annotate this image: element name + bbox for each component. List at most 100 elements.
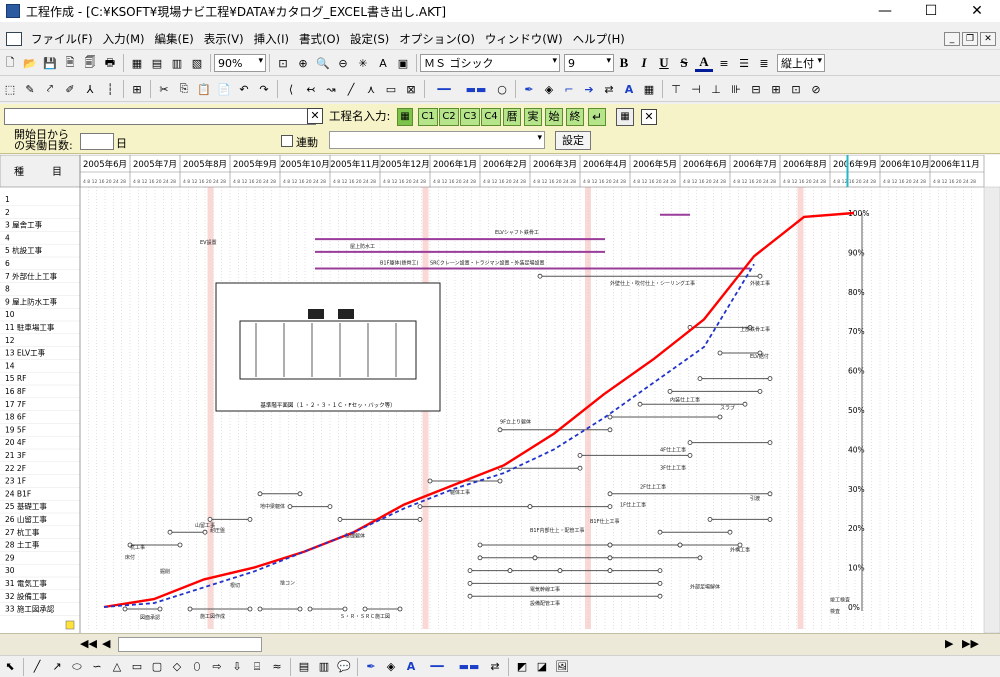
font-color-icon[interactable]: A xyxy=(402,658,420,676)
rounded-rect-tool-icon[interactable]: ▢ xyxy=(148,658,166,676)
format-icon[interactable]: ▣ xyxy=(394,54,412,72)
curve-icon[interactable]: ↝ xyxy=(322,80,340,98)
ungroup-icon[interactable]: ⊞ xyxy=(767,80,785,98)
line-width-icon[interactable]: ▬▬ xyxy=(454,658,484,676)
calculator-icon[interactable]: ▦ xyxy=(397,108,413,126)
align-top-icon[interactable]: ⊤ xyxy=(667,80,685,98)
pencil-icon[interactable]: ✎ xyxy=(21,80,39,98)
strike-button[interactable]: S xyxy=(675,54,693,72)
bar-icon[interactable]: ▭ xyxy=(382,80,400,98)
ruler-icon[interactable]: ⊞ xyxy=(128,80,146,98)
menu-insert[interactable]: 挿入(I) xyxy=(249,31,294,47)
paste-special-icon[interactable]: 📄 xyxy=(215,80,233,98)
start-button[interactable]: 始 xyxy=(545,108,563,126)
distribute-icon[interactable]: ⊪ xyxy=(727,80,745,98)
text-color-icon[interactable]: A xyxy=(374,54,392,72)
code-button-c4[interactable]: C4 xyxy=(481,108,501,126)
line-dash-icon[interactable]: ━━ xyxy=(422,658,452,676)
text-style-icon[interactable]: A xyxy=(620,80,638,98)
oval-tool-icon[interactable]: ⬯ xyxy=(188,658,206,676)
grid-icon[interactable]: ▥ xyxy=(168,54,186,72)
calendar-day-button[interactable]: 暦 xyxy=(503,108,521,126)
edit-line-icon[interactable]: ✐ xyxy=(61,80,79,98)
workday-spinner[interactable] xyxy=(80,133,114,150)
line-style-icon[interactable]: ━━ xyxy=(429,80,459,98)
layout-icon[interactable]: ▧ xyxy=(188,54,206,72)
vertical-text-icon[interactable]: ▥ xyxy=(315,658,333,676)
callout-icon[interactable]: 💬 xyxy=(335,658,353,676)
select-icon[interactable]: ⬚ xyxy=(1,80,19,98)
undo-icon[interactable]: ↶ xyxy=(235,80,253,98)
scroll-left-icon[interactable]: ◀ xyxy=(102,637,110,650)
calendar-icon[interactable]: ▦ xyxy=(128,54,146,72)
scroll-right-icon[interactable]: ▶ xyxy=(945,637,953,650)
node-icon[interactable]: ⋏ xyxy=(362,80,380,98)
box-icon[interactable]: ⊠ xyxy=(402,80,420,98)
cut-icon[interactable]: ✂ xyxy=(155,80,173,98)
line-color-icon[interactable]: ✒ xyxy=(362,658,380,676)
copy-icon[interactable]: ⎘ xyxy=(175,80,193,98)
cylinder-tool-icon[interactable]: ⌸ xyxy=(248,658,266,676)
link-icon[interactable]: ⤤ xyxy=(41,80,59,98)
pointer-icon[interactable]: ⬉ xyxy=(1,658,19,676)
bold-button[interactable]: B xyxy=(615,54,633,72)
menu-file[interactable]: ファイル(F) xyxy=(26,31,98,47)
link-checkbox[interactable] xyxy=(281,135,293,147)
down-arrow-shape-icon[interactable]: ⇩ xyxy=(228,658,246,676)
align-center-icon[interactable]: ☰ xyxy=(735,54,753,72)
scroll-first-icon[interactable]: ◀◀ xyxy=(80,637,97,650)
grid-lines-icon[interactable]: ▦ xyxy=(640,80,658,98)
menu-input[interactable]: 入力(M) xyxy=(98,31,150,47)
arrow-left-icon[interactable]: ↢ xyxy=(302,80,320,98)
line-tool-icon[interactable]: ╱ xyxy=(28,658,46,676)
close-button[interactable]: ✕ xyxy=(954,0,1000,22)
enter-button[interactable]: ↵ xyxy=(588,108,606,126)
menu-format[interactable]: 書式(O) xyxy=(294,31,345,47)
line-icon[interactable]: ╱ xyxy=(342,80,360,98)
text-box-icon[interactable]: ▤ xyxy=(295,658,313,676)
process-text-input[interactable] xyxy=(4,108,316,125)
triangle-tool-icon[interactable]: △ xyxy=(108,658,126,676)
mdi-minimize-button[interactable]: _ xyxy=(944,31,960,46)
milestone-icon[interactable]: ┆ xyxy=(101,80,119,98)
end-button[interactable]: 終 xyxy=(566,108,584,126)
diamond-tool-icon[interactable]: ◇ xyxy=(168,658,186,676)
print-icon[interactable]: 🖶 xyxy=(101,54,119,72)
bracket-icon[interactable]: ⟨ xyxy=(282,80,300,98)
font-size-select[interactable]: 9 xyxy=(564,54,614,72)
highlight-icon[interactable]: ✳ xyxy=(354,54,372,72)
zoom-out-icon[interactable]: ⊖ xyxy=(334,54,352,72)
italic-button[interactable]: I xyxy=(635,54,653,72)
branch-icon[interactable]: ⅄ xyxy=(81,80,99,98)
line-weight-icon[interactable]: ▬▬ xyxy=(461,80,491,98)
menu-window[interactable]: ウィンドウ(W) xyxy=(480,31,568,47)
shuffle-icon[interactable]: ⇄ xyxy=(600,80,618,98)
document-icon[interactable] xyxy=(6,31,22,46)
page-setup-icon[interactable]: 🗐 xyxy=(81,54,99,72)
menu-edit[interactable]: 編集(E) xyxy=(150,31,199,47)
font-color-button[interactable]: A xyxy=(695,54,713,72)
fill-color-icon[interactable]: ◈ xyxy=(540,80,558,98)
shadow-icon[interactable]: ◩ xyxy=(513,658,531,676)
code-button-c3[interactable]: C3 xyxy=(460,108,480,126)
fill-bucket-icon[interactable]: ◈ xyxy=(382,658,400,676)
menu-settings[interactable]: 設定(S) xyxy=(345,31,394,47)
wave-tool-icon[interactable]: ≈ xyxy=(268,658,286,676)
align-middle-icon[interactable]: ⊣ xyxy=(687,80,705,98)
process-name-select[interactable] xyxy=(329,131,545,149)
open-icon[interactable]: 📂 xyxy=(21,54,39,72)
redo-icon[interactable]: ↷ xyxy=(255,80,273,98)
mdi-close-button[interactable]: ✕ xyxy=(980,31,996,46)
set-button[interactable]: 設定 xyxy=(555,131,591,150)
vertical-align-select[interactable]: 縦上付 xyxy=(777,54,825,72)
end-marker-icon[interactable]: ○ xyxy=(493,80,511,98)
group-icon[interactable]: ⊟ xyxy=(747,80,765,98)
zoom-search-icon[interactable]: 🔍 xyxy=(314,54,332,72)
connector-icon[interactable]: ⌐ xyxy=(560,80,578,98)
code-button-c1[interactable]: C1 xyxy=(418,108,438,126)
arrow-style-icon[interactable]: ⇄ xyxy=(486,658,504,676)
curve-tool-icon[interactable]: ∽ xyxy=(88,658,106,676)
code-button-c2[interactable]: C2 xyxy=(439,108,459,126)
menu-view[interactable]: 表示(V) xyxy=(199,31,249,47)
arrow-right-icon[interactable]: ➔ xyxy=(580,80,598,98)
